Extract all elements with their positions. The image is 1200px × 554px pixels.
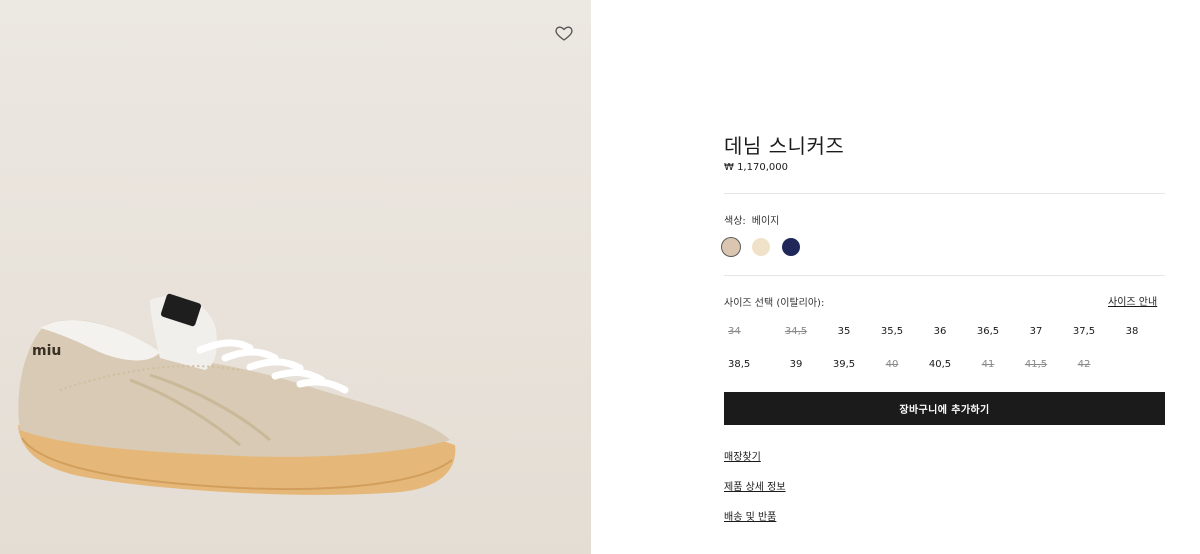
shipping-returns-link[interactable]: 배송 및 반품 <box>724 508 776 523</box>
shoe-brand-text: miu <box>32 343 61 359</box>
size-option[interactable]: 40 <box>868 353 916 375</box>
size-option[interactable]: 37,5 <box>1060 320 1108 342</box>
size-option[interactable]: 41 <box>964 353 1012 375</box>
size-row: 34 34,5 35 35,5 36 36,5 37 37,5 38 <box>724 320 1156 342</box>
swatch-cream[interactable] <box>752 238 770 256</box>
size-select-label: 사이즈 선택 (이탈리아): <box>724 298 825 309</box>
swatch-navy[interactable] <box>782 238 800 256</box>
size-option[interactable]: 39 <box>772 353 820 375</box>
size-option[interactable]: 41,5 <box>1012 353 1060 375</box>
product-price: ₩ 1,170,000 <box>724 162 788 173</box>
size-row: 38,5 39 39,5 40 40,5 41 41,5 42 <box>724 353 1108 375</box>
add-to-cart-button[interactable]: 장바구니에 추가하기 <box>724 392 1165 425</box>
product-title: 데님 스니커즈 <box>724 134 845 158</box>
size-option[interactable]: 38,5 <box>724 353 772 375</box>
divider <box>724 275 1165 276</box>
product-info-panel: 데님 스니커즈 ₩ 1,170,000 색상: 베이지 사이즈 선택 (이탈리아)… <box>591 0 1200 554</box>
size-option[interactable]: 40,5 <box>916 353 964 375</box>
size-option[interactable]: 36 <box>916 320 964 342</box>
heart-outline-icon[interactable] <box>553 23 575 43</box>
size-option[interactable]: 37 <box>1012 320 1060 342</box>
product-image-sneaker[interactable]: miu <box>0 270 480 550</box>
find-store-link[interactable]: 매장찾기 <box>724 448 761 463</box>
size-guide-link[interactable]: 사이즈 안내 <box>1108 293 1157 308</box>
size-option[interactable]: 34 <box>724 320 772 342</box>
divider <box>724 193 1165 194</box>
size-option[interactable]: 39,5 <box>820 353 868 375</box>
size-option[interactable]: 35,5 <box>868 320 916 342</box>
product-details-link[interactable]: 제품 상세 정보 <box>724 478 786 493</box>
size-option[interactable]: 34,5 <box>772 320 820 342</box>
size-option[interactable]: 38 <box>1108 320 1156 342</box>
color-selection-label: 색상: 베이지 <box>724 212 779 227</box>
product-gallery: miu <box>0 0 591 554</box>
size-option[interactable]: 36,5 <box>964 320 1012 342</box>
color-label: 색상: <box>724 216 746 227</box>
size-option[interactable]: 42 <box>1060 353 1108 375</box>
swatch-beige[interactable] <box>722 238 740 256</box>
color-swatches <box>722 238 800 256</box>
selected-color-name: 베이지 <box>751 216 780 227</box>
size-option[interactable]: 35 <box>820 320 868 342</box>
